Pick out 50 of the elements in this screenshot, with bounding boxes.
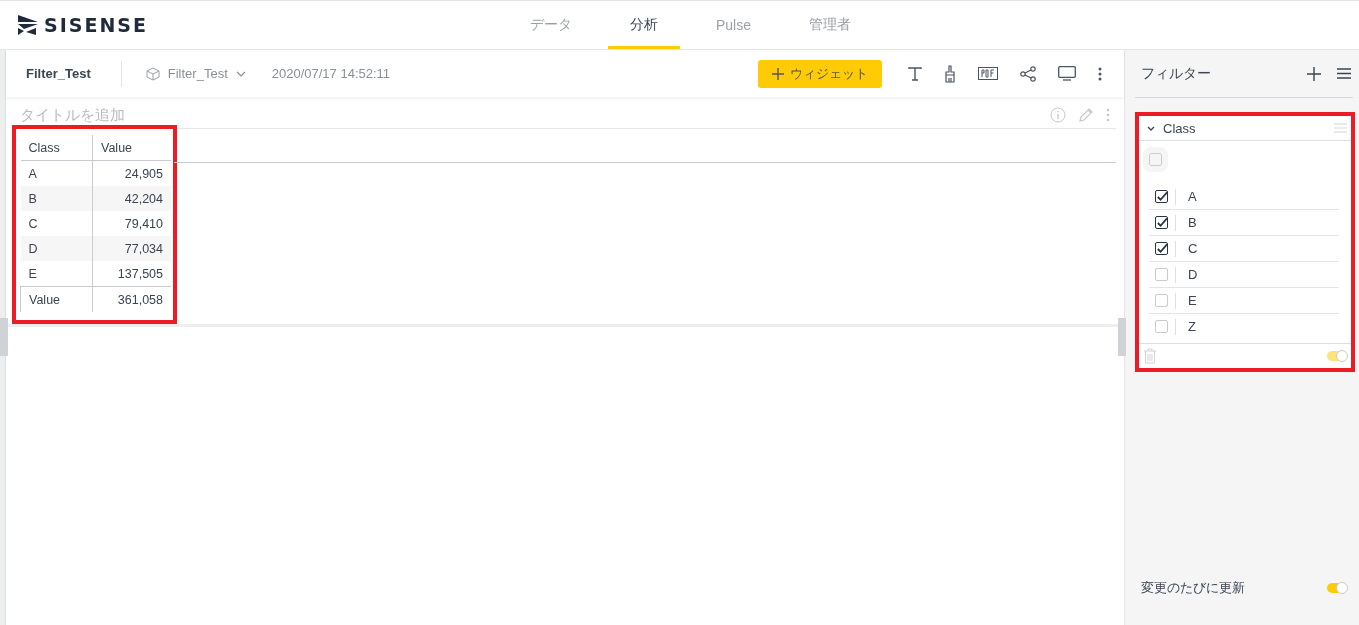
- collapse-handle[interactable]: [1118, 318, 1126, 356]
- cube-icon: [145, 66, 160, 81]
- filter-name: Class: [1163, 120, 1197, 136]
- table-cell: 24,905: [92, 160, 171, 186]
- share-icon[interactable]: [1020, 65, 1036, 82]
- filter-item-label[interactable]: E: [1188, 293, 1197, 308]
- total-cell: 361,058: [92, 286, 171, 312]
- pencil-icon[interactable]: [1078, 106, 1094, 123]
- table-cell: 79,410: [92, 211, 171, 236]
- total-cell: Value: [20, 286, 93, 312]
- filter-panel-title: フィルター: [1141, 64, 1212, 83]
- add-widget-button[interactable]: ウィジェット: [758, 59, 882, 88]
- more-icon[interactable]: [1098, 66, 1102, 81]
- table-cell: E: [20, 261, 93, 287]
- pdf-icon[interactable]: [978, 67, 998, 80]
- checkbox[interactable]: [1155, 190, 1168, 203]
- chevron-down-icon: [235, 70, 246, 77]
- collapse-handle[interactable]: [0, 318, 8, 356]
- text-icon[interactable]: [908, 66, 922, 81]
- auto-update-label: 変更のたびに更新: [1141, 579, 1245, 597]
- toggle-switch[interactable]: [1327, 583, 1347, 593]
- filter-item-label[interactable]: Z: [1188, 319, 1196, 334]
- table-cell: B: [20, 186, 93, 211]
- checkbox[interactable]: [1155, 242, 1168, 255]
- nav-tab[interactable]: 分析: [608, 1, 680, 49]
- table-cell: 77,034: [92, 236, 171, 261]
- filter-item-label[interactable]: D: [1188, 267, 1198, 282]
- filter-item-label[interactable]: B: [1188, 215, 1197, 230]
- logo-icon: [18, 15, 40, 35]
- toggle-switch[interactable]: [1327, 351, 1347, 361]
- dashboard-title: Filter_Test: [26, 66, 91, 81]
- plus-icon: [772, 67, 784, 80]
- table-cell: 137,505: [92, 261, 171, 287]
- filter-item-label[interactable]: C: [1188, 241, 1198, 256]
- timestamp: 2020/07/17 14:52:11: [271, 66, 391, 81]
- logo-text: SISENSE: [44, 14, 148, 36]
- table-cell: D: [20, 236, 93, 261]
- filter-item-label[interactable]: A: [1188, 189, 1197, 204]
- widget-title-field[interactable]: タイトルを追加: [14, 106, 1050, 123]
- checkbox[interactable]: [1155, 216, 1168, 229]
- monitor-icon[interactable]: [1058, 66, 1076, 81]
- menu-icon[interactable]: [1337, 68, 1351, 79]
- brush-icon[interactable]: [944, 64, 956, 83]
- trash-icon[interactable]: [1143, 348, 1157, 364]
- table-cell: 42,204: [92, 186, 171, 211]
- info-icon[interactable]: [1050, 106, 1066, 123]
- plus-icon[interactable]: [1307, 66, 1321, 81]
- column-header: Value: [92, 135, 171, 161]
- chevron-icon[interactable]: [1147, 125, 1155, 131]
- column-header: Class: [20, 135, 93, 161]
